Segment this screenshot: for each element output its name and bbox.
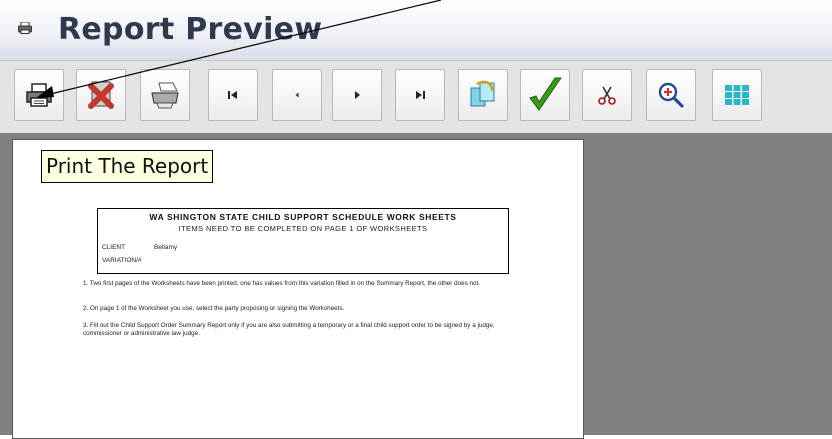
last-page-button[interactable] bbox=[395, 69, 445, 121]
printer-icon bbox=[18, 22, 32, 34]
worksheet-header-box: WA SHINGTON STATE CHILD SUPPORT SCHEDULE… bbox=[97, 208, 509, 274]
export-button[interactable] bbox=[458, 69, 508, 121]
scissors-icon bbox=[598, 86, 616, 105]
print-setup-button[interactable] bbox=[140, 69, 190, 121]
approve-button[interactable] bbox=[520, 69, 570, 121]
first-page-icon bbox=[228, 91, 237, 99]
preview-workspace[interactable]: Print The Report WA SHINGTON STATE CHILD… bbox=[0, 133, 832, 439]
report-page[interactable]: Print The Report WA SHINGTON STATE CHILD… bbox=[12, 139, 584, 439]
worksheet-subtitle: ITEMS NEED TO BE COMPLETED ON PAGE 1 OF … bbox=[178, 224, 428, 233]
instruction-item: 3. Fill out the Child Support Order Summ… bbox=[83, 322, 495, 338]
zoom-button[interactable] bbox=[646, 69, 696, 121]
instruction-item: 2. On page 1 of the Worksheet you use, s… bbox=[83, 305, 345, 312]
title-bar: Report Preview bbox=[0, 0, 832, 60]
instruction-item: 1. Two first pages of the Worksheets hav… bbox=[83, 280, 481, 287]
previous-page-button[interactable] bbox=[272, 69, 322, 121]
printer-setup-icon bbox=[151, 82, 179, 109]
toolbar bbox=[0, 60, 832, 134]
printer-icon bbox=[26, 83, 52, 107]
print-button[interactable] bbox=[14, 69, 64, 121]
magnifier-plus-icon bbox=[658, 82, 684, 108]
cut-button[interactable] bbox=[582, 69, 632, 121]
multiple-pages-button[interactable] bbox=[712, 69, 762, 121]
first-page-button[interactable] bbox=[208, 69, 258, 121]
export-icon bbox=[470, 80, 495, 107]
last-page-icon bbox=[416, 91, 425, 99]
close-report-button[interactable] bbox=[76, 69, 126, 121]
next-page-icon bbox=[355, 91, 360, 99]
print-tooltip: Print The Report bbox=[41, 150, 214, 183]
worksheet-title: WA SHINGTON STATE CHILD SUPPORT SCHEDULE… bbox=[149, 212, 457, 222]
window-title: Report Preview bbox=[58, 12, 323, 47]
next-page-button[interactable] bbox=[332, 69, 382, 121]
variation-label: VARIATION/# bbox=[102, 257, 142, 264]
previous-page-icon bbox=[295, 92, 299, 98]
green-check-icon bbox=[529, 77, 562, 111]
red-x-icon bbox=[88, 81, 114, 109]
client-value: Bellamy bbox=[154, 244, 178, 251]
grid-icon bbox=[725, 85, 749, 105]
client-label: CLIENT bbox=[102, 244, 126, 251]
